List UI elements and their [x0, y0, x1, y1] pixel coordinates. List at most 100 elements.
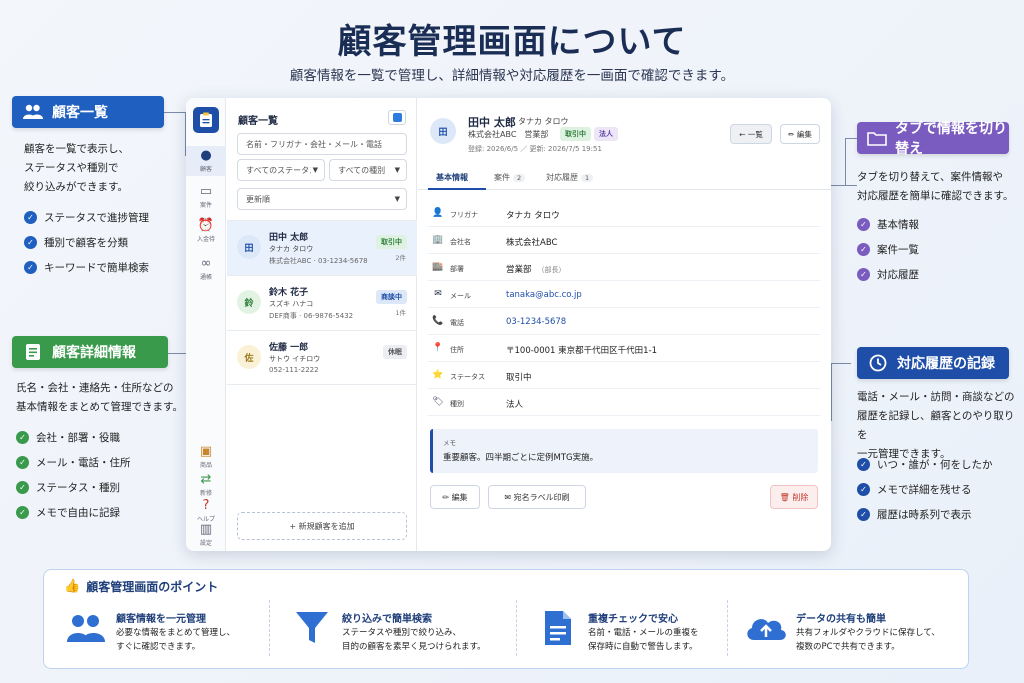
customer-row[interactable]: 田 田中 太郎 タナカ タロウ 株式会社ABC · 03-1234-5678 取… — [227, 220, 417, 275]
footer-edit-button[interactable]: ✏ 編集 — [430, 485, 480, 509]
connector-line — [831, 363, 851, 421]
avatar: 田 — [430, 118, 456, 144]
delete-button[interactable]: 🗑 削除 — [770, 485, 818, 509]
case-count: 2件 — [395, 254, 406, 262]
detail-tabs: 基本情報 案件 2 対応履歴 1 — [418, 164, 831, 190]
tab-active-indicator — [428, 188, 486, 190]
tab-cases[interactable]: 案件 2 — [494, 172, 526, 183]
point-item: 顧客情報を一元管理 必要な情報をまとめて管理し、 すぐに確認できます。 — [64, 602, 284, 662]
check-icon: ✓ — [16, 481, 29, 494]
callout-tabs-title: タブで情報を切り替え — [895, 121, 1007, 157]
email-link[interactable]: tanaka@abc.co.jp — [506, 290, 582, 300]
tag-icon: 🏷 — [432, 397, 444, 407]
divider — [269, 600, 270, 656]
rail-item-customers[interactable]: ● 顧客 — [186, 146, 226, 176]
chevron-down-icon: ▼ — [394, 195, 400, 203]
list-item: ✓ ステータスで進捗管理 — [24, 205, 149, 230]
link-icon: ∞ — [200, 256, 212, 271]
help-icon: ? — [202, 498, 210, 513]
status-badge: 休眠 — [383, 345, 407, 359]
field-row-email: ✉ メール tanaka@abc.co.jp — [428, 281, 820, 308]
status-badge: 商談中 — [376, 290, 407, 304]
customer-name: 田中 太郎 — [468, 116, 516, 129]
phone-link[interactable]: 03-1234-5678 — [506, 317, 566, 327]
back-to-list-button[interactable]: ← 一覧 — [730, 124, 772, 144]
callout-tabs-items: ✓ 基本情報 ✓ 案件一覧 ✓ 対応履歴 — [857, 212, 919, 287]
pin-icon: 📍 — [432, 343, 444, 353]
callout-history-title: 対応履歴の記録 — [897, 356, 995, 372]
check-icon: ✓ — [24, 211, 37, 224]
callout-tabs-header: タブで情報を切り替え — [857, 121, 1009, 157]
rail-item-payments[interactable]: ⏰ 入金待 — [186, 218, 226, 243]
rail-item-cases[interactable]: ▭ 案件 — [186, 184, 226, 209]
phone-icon: 📞 — [432, 316, 444, 326]
check-icon: ✓ — [16, 456, 29, 469]
check-icon: ✓ — [857, 218, 870, 231]
status-badge: 取引中 — [376, 235, 407, 249]
divider — [727, 600, 728, 656]
app-window: ● 顧客 ▭ 案件 ⏰ 入金待 ∞ 通帳 ▣ 商品 ⇄ 新修 ? ヘルプ ▥ 設 — [186, 98, 831, 551]
list-item: ✓ メモで自由に記録 — [16, 500, 131, 525]
tab-history[interactable]: 対応履歴 1 — [546, 172, 594, 183]
file-icon: ▭ — [199, 184, 213, 199]
list-item: ✓ 案件一覧 — [857, 237, 919, 262]
box-icon: ▣ — [199, 444, 213, 459]
case-count: 1件 — [395, 309, 406, 317]
type-badge: 法人 — [594, 127, 618, 141]
export-icon — [392, 113, 402, 122]
cloud-upload-icon — [744, 608, 788, 648]
edit-button[interactable]: ✏ 編集 — [780, 124, 820, 144]
search-input[interactable]: 名前・フリガナ・会社・メール・電話 — [237, 133, 407, 155]
rail-item-help[interactable]: ? ヘルプ — [186, 498, 226, 523]
rail-item-products[interactable]: ▣ 商品 — [186, 444, 226, 469]
rail-item-settings[interactable]: ▥ 設定 — [186, 522, 226, 547]
status-filter-select[interactable]: すべてのステータス ▼ — [237, 159, 325, 181]
check-icon: ✓ — [16, 431, 29, 444]
type-filter-select[interactable]: すべての種別 ▼ — [329, 159, 407, 181]
callout-list-header: 顧客一覧 — [12, 96, 164, 128]
check-icon: ✓ — [24, 236, 37, 249]
callout-detail-header: 顧客詳細情報 — [12, 336, 168, 368]
add-customer-button[interactable]: + 新規顧客を追加 — [237, 512, 407, 540]
status-badge: 取引中 — [560, 127, 591, 141]
print-label-button[interactable]: ✉ 宛名ラベル印刷 — [488, 485, 586, 509]
callout-list-items: ✓ ステータスで進捗管理 ✓ 種別で顧客を分類 ✓ キーワードで簡単検索 — [24, 205, 149, 280]
field-row-type: 🏷 種別 法人 — [428, 389, 820, 416]
customer-row[interactable]: 佐 佐藤 一郎 サトウ イチロウ 052-111-2222 休眠 — [227, 330, 417, 385]
field-row-phone: 📞 電話 03-1234-5678 — [428, 308, 820, 335]
memo-text: 重要顧客。四半期ごとに定例MTG実施。 — [443, 453, 599, 463]
export-button[interactable] — [388, 110, 406, 125]
alarm-icon: ⏰ — [197, 218, 215, 233]
point-item: 絞り込みで簡単検索 ステータスや種別で絞り込み、 目的の顧客を素早く見つけられます… — [290, 602, 510, 662]
building-icon: ▥ — [199, 522, 213, 537]
list-item: ✓ いつ・誰が・何をしたか — [857, 452, 993, 477]
person-icon: 👤 — [432, 208, 444, 218]
field-row-department: 🏬 部署 営業部 （部長） — [428, 254, 820, 281]
rail-item-passbook[interactable]: ∞ 通帳 — [186, 256, 226, 281]
avatar: 田 — [237, 235, 261, 259]
callout-list-title: 顧客一覧 — [52, 105, 108, 121]
list-item: ✓ キーワードで簡単検索 — [24, 255, 149, 280]
page-subtitle: 顧客情報を一覧で管理し、詳細情報や対応履歴を一画面で確認できます。 — [289, 68, 735, 84]
field-row-status: ⭐ ステータス 取引中 — [428, 362, 820, 389]
field-row-address: 📍 住所 〒100-0001 東京都千代田区千代田1-1 — [428, 335, 820, 362]
callout-history-header: 対応履歴の記録 — [857, 347, 1009, 379]
tab-basic-info[interactable]: 基本情報 — [436, 172, 468, 183]
connector-line — [845, 138, 857, 186]
building-icon: 🏢 — [432, 235, 444, 245]
document-icon — [22, 341, 44, 363]
app-logo-icon — [193, 107, 219, 133]
points-panel: 👍 顧客管理画面のポイント 顧客情報を一元管理 必要な情報をまとめて管理し、 すぐ… — [43, 569, 969, 669]
customer-row[interactable]: 鈴 鈴木 花子 スズキ ハナコ DEF商事 · 06-9876-5432 商談中… — [227, 275, 417, 330]
rail-item-update[interactable]: ⇄ 新修 — [186, 472, 226, 497]
list-item: ✓ ステータス・種別 — [16, 475, 131, 500]
list-item: ✓ 種別で顧客を分類 — [24, 230, 149, 255]
callout-detail-desc: 氏名・会社・連絡先・住所などの 基本情報をまとめて管理できます。 — [16, 382, 183, 413]
folder-icon — [867, 127, 887, 149]
avatar: 佐 — [237, 345, 261, 369]
list-item: ✓ メール・電話・住所 — [16, 450, 131, 475]
callout-list-desc: 顧客を一覧で表示し、 ステータスや種別で 絞り込みができます。 — [24, 143, 129, 193]
sort-select[interactable]: 更新順 ▼ — [237, 188, 407, 210]
callout-history-items: ✓ いつ・誰が・何をしたか ✓ メモで詳細を残せる ✓ 履歴は時系列で表示 — [857, 452, 993, 527]
users-icon — [64, 608, 108, 648]
